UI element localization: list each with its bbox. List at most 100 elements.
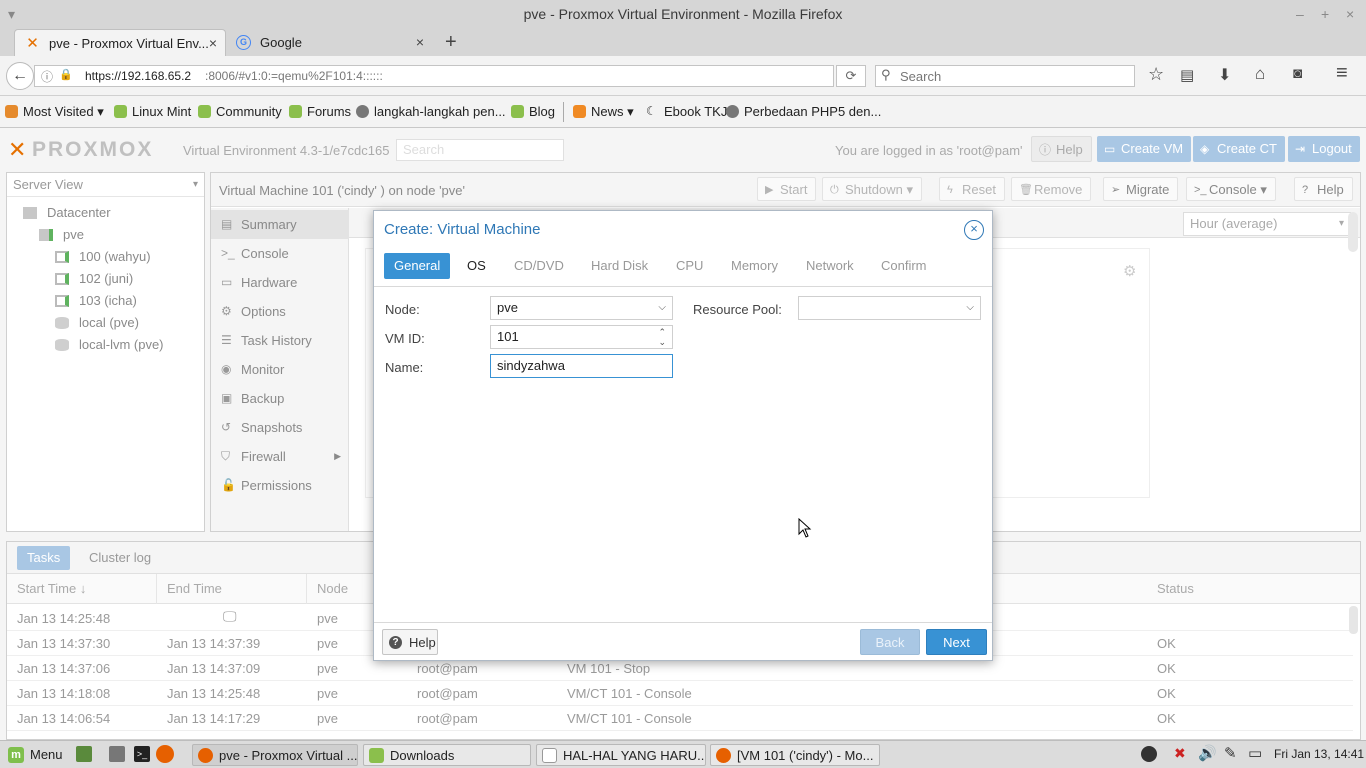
reload-icon[interactable]: ⟳ — [836, 65, 866, 87]
close-icon[interactable]: × — [964, 220, 984, 240]
tab-general[interactable]: General — [384, 253, 451, 279]
clock[interactable]: Fri Jan 13, 14:41 — [1274, 747, 1364, 761]
dialog-help-button[interactable]: ? Help — [382, 629, 438, 655]
pve-search-input[interactable]: Search — [396, 139, 564, 161]
taskbar-window-downloads[interactable]: Downloads — [363, 744, 531, 766]
vmid-spinner[interactable]: 101 ⌃ ⌄ — [490, 325, 673, 349]
info-icon[interactable]: ⓘ — [41, 68, 53, 85]
content-help-button[interactable]: ? Help — [1294, 177, 1353, 201]
tree-vm-102[interactable]: 102 (juni) — [55, 268, 133, 290]
menu-firewall[interactable]: ⛉ Firewall ▶ — [211, 442, 349, 471]
volume-icon[interactable]: 🔊 — [1198, 744, 1217, 762]
home-icon[interactable]: ⌂ — [1255, 64, 1265, 84]
tree-vm-100[interactable]: 100 (wahyu) — [55, 246, 151, 268]
tab-network[interactable]: Network — [796, 253, 864, 279]
menu-summary[interactable]: ▤ Summary — [211, 210, 349, 239]
close-tab-icon[interactable]: × — [209, 30, 217, 57]
browser-tab-google[interactable]: G Google × — [226, 29, 432, 56]
start-menu-button[interactable]: m Menu — [4, 744, 63, 766]
col-end-time[interactable]: End Time — [157, 574, 307, 604]
taskbar-window-hal-hal[interactable]: HAL-HAL YANG HARU... — [536, 744, 706, 766]
header-help-button[interactable]: ⓘ Help — [1031, 136, 1092, 162]
network-disconnected-icon[interactable]: ✖ — [1174, 745, 1186, 762]
firefox-icon[interactable] — [156, 745, 174, 763]
tab-os[interactable]: OS — [457, 253, 496, 279]
console-button[interactable]: >_ Console ▾ — [1186, 177, 1276, 201]
back-button[interactable]: Back — [860, 629, 920, 655]
menu-options[interactable]: ⚙ Options — [211, 297, 349, 326]
shutdown-button[interactable]: ⏻ Shutdown ▾ — [822, 177, 922, 201]
tree-storage-local-lvm[interactable]: local-lvm (pve) — [55, 334, 164, 356]
table-row[interactable]: Jan 13 14:06:54 Jan 13 14:17:29 pve root… — [7, 706, 1353, 731]
hamburger-menu-icon[interactable]: ≡ — [1336, 62, 1348, 85]
tab-tasks[interactable]: Tasks — [17, 546, 71, 570]
timeframe-select[interactable]: Hour (average) ▾ — [1183, 212, 1351, 236]
bookmark-star-icon[interactable]: ☆ — [1148, 64, 1164, 85]
tray-app-icon[interactable] — [1141, 746, 1157, 762]
scrollbar[interactable] — [1348, 212, 1358, 252]
col-status[interactable]: Status — [1147, 574, 1347, 604]
next-button[interactable]: Next — [926, 629, 987, 655]
start-button[interactable]: ▶ Start — [757, 177, 817, 201]
resource-pool-select[interactable]: ⌵ — [798, 296, 981, 320]
taskbar-window-firefox[interactable]: pve - Proxmox Virtual ... — [192, 744, 358, 766]
logout-button[interactable]: ⇥ Logout — [1288, 136, 1360, 162]
tab-cluster-log[interactable]: Cluster log — [81, 546, 159, 570]
table-row[interactable]: Jan 13 14:18:08 Jan 13 14:25:48 pve root… — [7, 681, 1353, 706]
tab-confirm[interactable]: Confirm — [871, 253, 937, 279]
menu-permissions[interactable]: 🔓 Permissions — [211, 471, 349, 500]
tab-hard-disk[interactable]: Hard Disk — [581, 253, 658, 279]
create-ct-button[interactable]: ◈ Create CT — [1193, 136, 1285, 162]
minimize-icon[interactable]: – — [1296, 0, 1304, 29]
scrollbar[interactable] — [1349, 606, 1358, 634]
menu-backup[interactable]: ▣ Backup — [211, 384, 349, 413]
name-input[interactable]: sindyzahwa — [490, 354, 673, 378]
tab-cd-dvd[interactable]: CD/DVD — [504, 253, 574, 279]
terminal-icon[interactable]: >_ — [134, 746, 150, 762]
bookmark-news[interactable]: News ▾ — [573, 96, 634, 128]
url-bar[interactable]: ⓘ 🔒 https://192.168.65.2 :8006/#v1:0:=qe… — [34, 65, 834, 87]
bookmark-most-visited[interactable]: Most Visited ▾ — [5, 96, 104, 128]
window-menu-icon[interactable]: ▾ — [8, 0, 15, 29]
pocket-icon[interactable]: ◙ — [1293, 65, 1302, 82]
create-vm-button[interactable]: ▭ Create VM — [1097, 136, 1192, 162]
new-tab-icon[interactable]: + — [445, 31, 457, 54]
bookmark-forums[interactable]: Forums — [289, 96, 351, 128]
reset-button[interactable]: ϟ Reset — [939, 177, 1005, 201]
tree-storage-local[interactable]: local (pve) — [55, 312, 139, 334]
back-icon[interactable]: ← — [6, 62, 34, 90]
col-start-time[interactable]: Start Time ↓ — [7, 574, 157, 604]
browser-tab-pve[interactable]: ✕ pve - Proxmox Virtual Env... × — [14, 29, 226, 56]
bookmark-blog[interactable]: Blog — [511, 96, 555, 128]
menu-monitor[interactable]: ◉ Monitor — [211, 355, 349, 384]
tab-cpu[interactable]: CPU — [666, 253, 713, 279]
bookmark-ebook-tkj[interactable]: ☾ Ebook TKJ — [646, 96, 727, 128]
tab-memory[interactable]: Memory — [721, 253, 788, 279]
spinner-arrows-icon[interactable]: ⌃ ⌄ — [658, 327, 666, 347]
gear-icon[interactable]: ⚙ — [1123, 262, 1136, 280]
search-field[interactable]: ⚲ Search — [875, 65, 1135, 87]
close-window-icon[interactable]: × — [1346, 0, 1354, 29]
taskbar-window-vm-console[interactable]: [VM 101 ('cindy') - Mo... — [710, 744, 880, 766]
remove-button[interactable]: 🗑 Remove — [1011, 177, 1092, 201]
menu-snapshots[interactable]: ↺ Snapshots — [211, 413, 349, 442]
tree-vm-103[interactable]: 103 (icha) — [55, 290, 137, 312]
file-manager-icon[interactable] — [109, 746, 125, 762]
lock-warning-icon[interactable]: 🔒 — [59, 68, 73, 81]
tree-node-pve[interactable]: pve — [39, 224, 84, 246]
bookmark-linux-mint[interactable]: Linux Mint — [114, 96, 191, 128]
bookmark-community[interactable]: Community — [198, 96, 282, 128]
tree-datacenter[interactable]: Datacenter — [23, 202, 111, 224]
node-select[interactable]: pve ⌵ — [490, 296, 673, 320]
menu-task-history[interactable]: ☰ Task History — [211, 326, 349, 355]
maximize-icon[interactable]: + — [1321, 0, 1329, 29]
library-icon[interactable]: ▤ — [1180, 66, 1194, 84]
battery-icon[interactable]: ▭ — [1248, 744, 1262, 762]
close-tab-icon[interactable]: × — [416, 29, 424, 56]
pen-icon[interactable]: ✎ — [1224, 744, 1237, 762]
menu-console[interactable]: >_ Console — [211, 239, 349, 268]
show-desktop-icon[interactable] — [76, 746, 92, 762]
downloads-icon[interactable]: ⬇ — [1218, 65, 1231, 85]
server-view-select[interactable]: Server View ▾ — [7, 173, 204, 197]
bookmark-perbedaan-php5[interactable]: Perbedaan PHP5 den... — [726, 96, 881, 128]
